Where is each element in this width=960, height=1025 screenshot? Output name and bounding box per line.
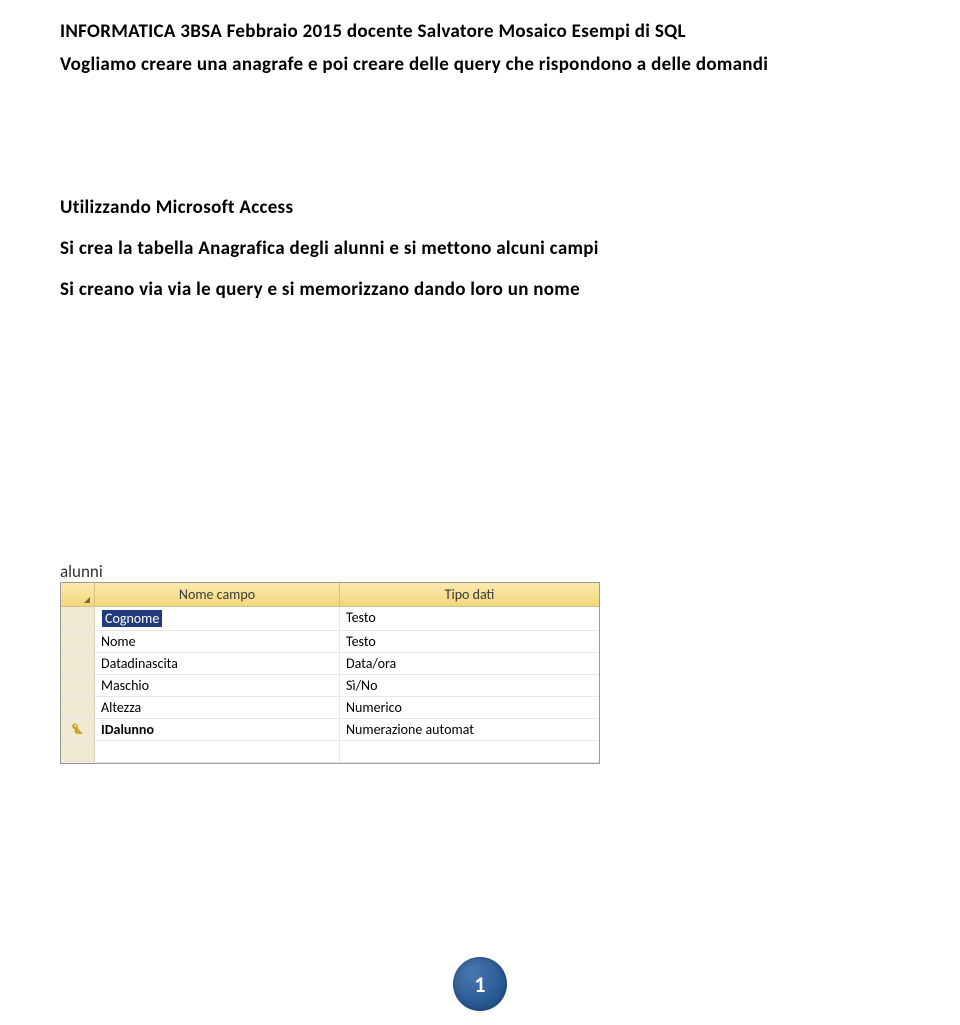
access-fields-table: Nome campo Tipo dati Cognome Testo Nome … [60,582,600,764]
table-row[interactable]: Altezza Numerico [61,697,599,719]
document-header: INFORMATICA 3BSA Febbraio 2015 docente S… [60,20,900,43]
table-row[interactable]: IDalunno Numerazione automat [61,719,599,741]
table-row[interactable]: Nome Testo [61,631,599,653]
cell-field-type[interactable]: Numerico [340,697,599,718]
row-selector[interactable] [61,741,95,762]
cell-field-name[interactable]: Nome [95,631,340,652]
table-caption: alunni [60,561,900,582]
row-selector[interactable] [61,607,95,630]
row-selector[interactable] [61,631,95,652]
cell-field-type[interactable] [340,741,599,762]
cell-field-name[interactable]: IDalunno [95,719,340,740]
table-select-all-corner[interactable] [61,583,95,606]
row-selector[interactable] [61,697,95,718]
section-title: Utilizzando Microsoft Access [60,196,900,219]
body-text-2: Si creano via via le query e si memorizz… [60,278,900,301]
cell-field-type[interactable]: Testo [340,607,599,630]
column-header-name[interactable]: Nome campo [95,583,340,606]
cell-field-type[interactable]: Sì/No [340,675,599,696]
table-row[interactable]: Maschio Sì/No [61,675,599,697]
cell-field-name[interactable]: Cognome [95,607,340,630]
table-header-row: Nome campo Tipo dati [61,583,599,607]
cell-field-name[interactable] [95,741,340,762]
cell-field-type[interactable]: Numerazione automat [340,719,599,740]
table-row-empty[interactable] [61,741,599,763]
selected-field-name[interactable]: Cognome [102,610,162,627]
row-selector[interactable] [61,719,95,740]
cell-field-name[interactable]: Maschio [95,675,340,696]
cell-field-name[interactable]: Altezza [95,697,340,718]
document-subtitle: Vogliamo creare una anagrafe e poi crear… [60,53,900,76]
primary-key-icon [71,721,85,739]
row-selector[interactable] [61,653,95,674]
cell-field-type[interactable]: Data/ora [340,653,599,674]
dropdown-triangle-icon [84,591,90,603]
table-row[interactable]: Datadinascita Data/ora [61,653,599,675]
column-header-type[interactable]: Tipo dati [340,583,599,606]
cell-field-name[interactable]: Datadinascita [95,653,340,674]
page-number-badge: 1 [453,957,507,1011]
cell-field-type[interactable]: Testo [340,631,599,652]
table-area: alunni Nome campo Tipo dati Cognome Test… [60,561,900,764]
table-row[interactable]: Cognome Testo [61,607,599,631]
body-text-1: Si crea la tabella Anagrafica degli alun… [60,237,900,260]
row-selector[interactable] [61,675,95,696]
